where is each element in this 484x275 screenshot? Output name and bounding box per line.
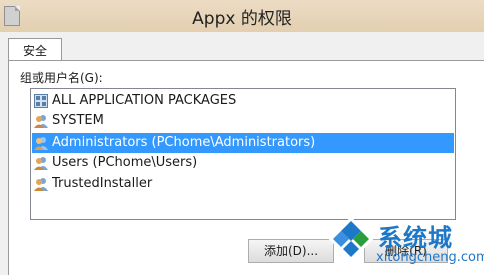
app-packages-icon (34, 94, 48, 108)
watermark: 系统城 xitongcheng.com (322, 210, 484, 274)
list-item[interactable]: TrustedInstaller (32, 174, 454, 194)
watermark-url: xitongcheng.com (376, 250, 484, 265)
group-users-label: 组或用户名(G): (20, 71, 103, 85)
list-item-label: Users (PChome\Users) (52, 155, 198, 170)
user-group-icon (34, 157, 48, 170)
title-bar[interactable]: Appx 的权限 (0, 0, 484, 33)
window-title: Appx 的权限 (192, 9, 292, 29)
list-item[interactable]: SYSTEM (32, 111, 454, 131)
list-item-label: SYSTEM (52, 113, 104, 128)
list-item-label: ALL APPLICATION PACKAGES (52, 93, 237, 108)
list-item[interactable]: ALL APPLICATION PACKAGES (32, 91, 454, 111)
list-item-label: TrustedInstaller (52, 176, 153, 191)
brand-logo-icon (328, 216, 374, 262)
list-item[interactable]: Users (PChome\Users) (32, 153, 454, 173)
users-listbox[interactable]: ALL APPLICATION PACKAGES SYSTEM Administ… (30, 88, 456, 220)
tab-strip: 安全 (0, 32, 484, 64)
watermark-brand: 系统城 (378, 224, 453, 252)
list-item-label: Administrators (PChome\Administrators) (52, 135, 316, 150)
user-group-icon (34, 137, 48, 150)
user-group-icon (34, 178, 48, 191)
user-group-icon (34, 115, 48, 128)
list-item-selected[interactable]: Administrators (PChome\Administrators) (32, 133, 454, 153)
